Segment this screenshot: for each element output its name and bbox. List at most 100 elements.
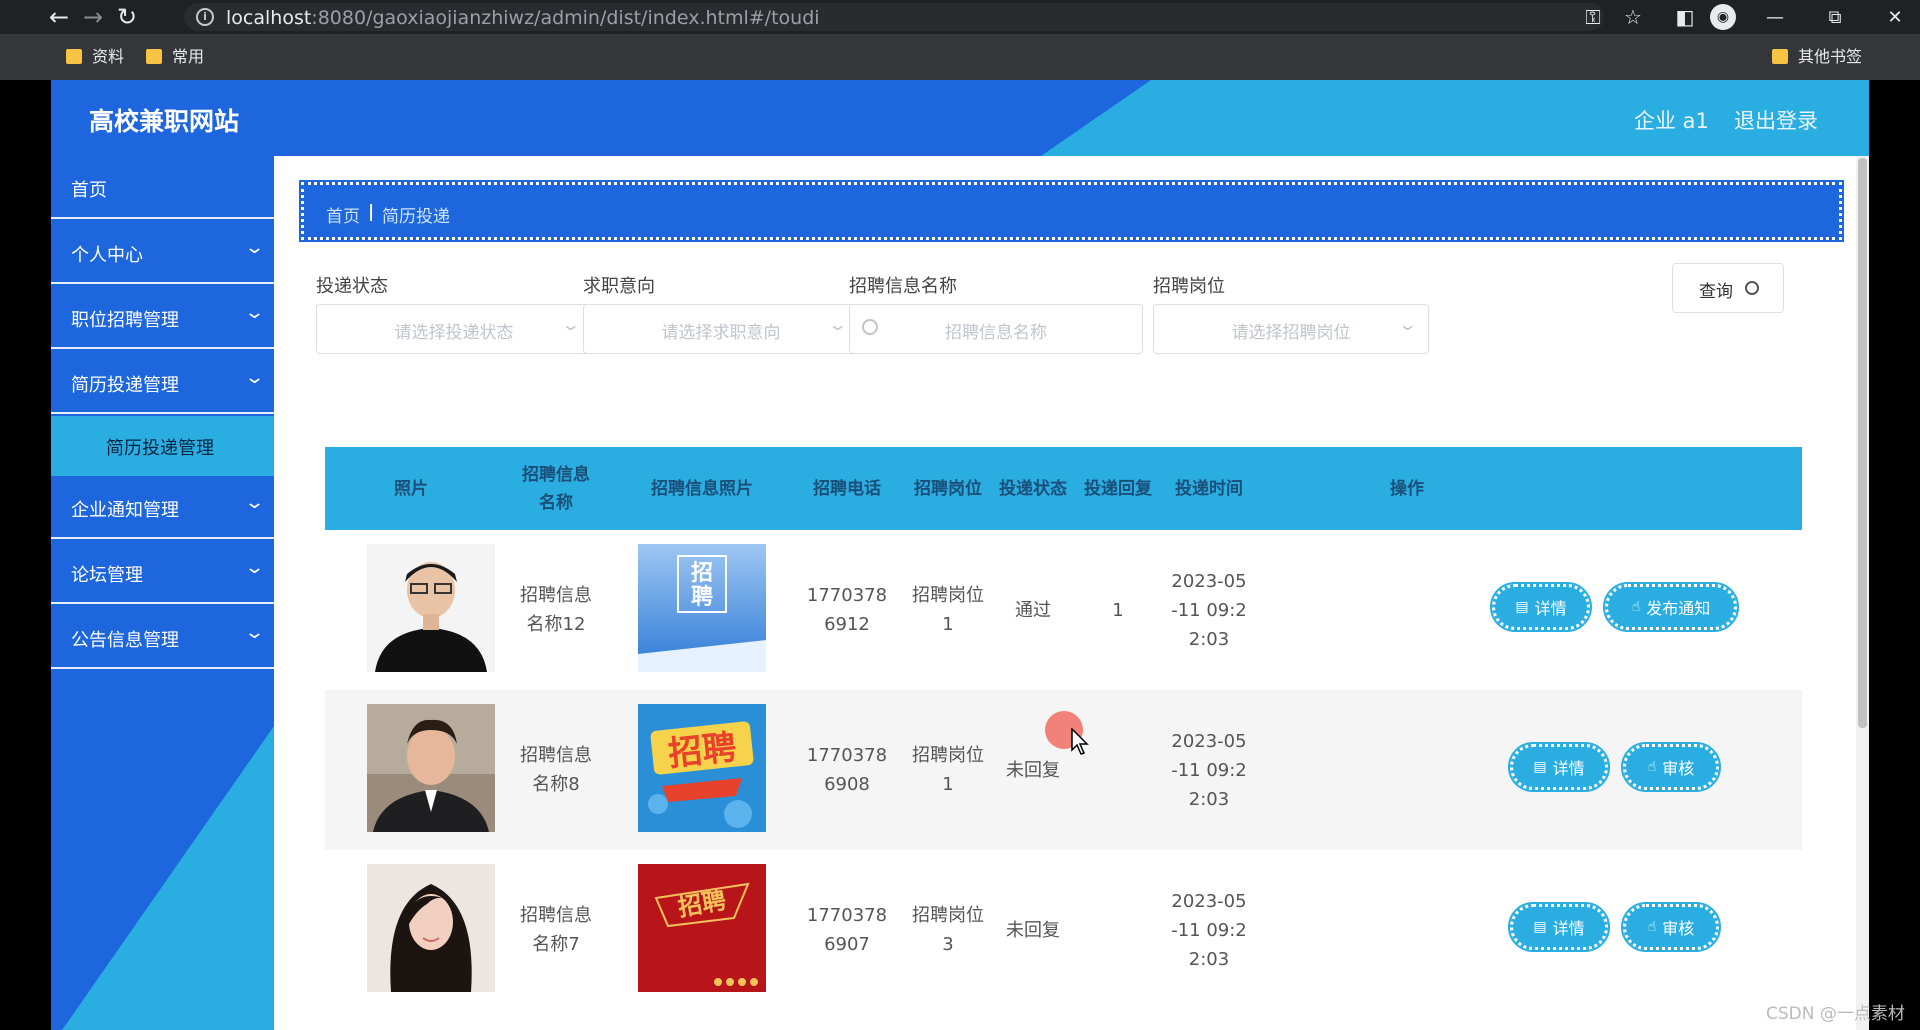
job-name: 招聘信息 名称12 <box>520 585 592 635</box>
status-select[interactable]: 请选择投递状态 ⌄ <box>316 304 592 354</box>
review-button[interactable]: ☝ 审核 <box>1621 742 1721 792</box>
browser-toolbar: ← → ↻ i localhost:8080/gaoxiaojianzhiwz/… <box>0 0 1920 34</box>
post-select[interactable]: 请选择招聘岗位 ⌄ <box>1153 304 1429 354</box>
name-filter-label: 招聘信息名称 <box>849 276 957 297</box>
sidebar-item-jobs[interactable]: 职位招聘管理 ⌄ <box>51 286 274 349</box>
sidebar-item-resumes[interactable]: 简历投递管理 ⌄ <box>51 351 274 414</box>
delivery-time: 2023-05 -11 09:2 2:03 <box>1171 890 1247 970</box>
sidebar-item-profile[interactable]: 个人中心 ⌄ <box>51 221 274 284</box>
col-photo: 照片 <box>394 478 428 499</box>
logout-link[interactable]: 退出登录 <box>1734 105 1818 135</box>
delivery-reply <box>1075 850 1161 1010</box>
close-icon[interactable]: ✕ <box>1875 4 1915 32</box>
incognito-icon[interactable]: ◉ <box>1710 4 1736 30</box>
col-phone: 招聘电话 <box>813 478 881 499</box>
col-time: 投递时间 <box>1175 478 1243 499</box>
delivery-time: 2023-05 -11 09:2 2:03 <box>1171 730 1247 810</box>
sidebar: 首页 个人中心 ⌄ 职位招聘管理 ⌄ 简历投递管理 ⌄ 简历投递管理 企业通知管理 ⌄ … <box>51 156 274 1030</box>
detail-button[interactable]: ▤ 详情 <box>1508 742 1610 792</box>
minimize-icon[interactable]: — <box>1755 4 1795 32</box>
review-button[interactable]: ☝ 审核 <box>1621 902 1721 952</box>
chevron-down-icon: ⌄ <box>243 302 266 323</box>
post-filter-label: 招聘岗位 <box>1153 276 1225 297</box>
intent-select[interactable]: 请选择求职意向 ⌄ <box>583 304 859 354</box>
breadcrumb-separator: | <box>368 202 375 222</box>
job-name: 招聘信息 名称8 <box>520 745 592 795</box>
sidebar-item-announcements[interactable]: 公告信息管理 ⌄ <box>51 606 274 669</box>
sidebar-decoration <box>51 726 274 1030</box>
breadcrumb-home[interactable]: 首页 <box>326 202 360 227</box>
thumb-icon: ☝ <box>1631 599 1641 615</box>
job-photo: 招聘 <box>638 864 766 992</box>
delivery-reply: 1 <box>1112 599 1124 621</box>
table-row: 招聘信息 名称12 招聘 1770378 6912 招聘岗位 1 通过 1 20… <box>325 530 1802 690</box>
mouse-cursor-icon <box>1071 728 1089 755</box>
bookmark-folder[interactable]: 常用 <box>146 46 204 68</box>
key-icon[interactable]: ⚿ <box>1578 2 1608 32</box>
sidebar-subitem-resumes[interactable]: 简历投递管理 <box>51 416 274 476</box>
col-status: 投递状态 <box>999 478 1067 499</box>
job-photo: 招聘 <box>638 704 766 832</box>
sidepanel-icon[interactable]: ◧ <box>1670 2 1700 32</box>
job-post: 招聘岗位 1 <box>912 745 984 795</box>
applicant-photo <box>367 544 495 672</box>
job-post: 招聘岗位 3 <box>912 905 984 955</box>
back-icon[interactable]: ← <box>44 2 74 32</box>
forward-icon[interactable]: → <box>78 2 108 32</box>
job-phone: 1770378 6907 <box>806 905 888 955</box>
current-user: 企业 a1 <box>1634 109 1709 133</box>
other-bookmarks[interactable]: 其他书签 <box>1772 46 1862 68</box>
star-icon[interactable]: ☆ <box>1618 2 1648 32</box>
search-icon <box>1745 281 1759 295</box>
breadcrumb: 首页 | 简历投递 <box>299 180 1844 242</box>
publish-notice-button[interactable]: ☝ 发布通知 <box>1603 582 1739 632</box>
applicant-photo <box>367 704 495 832</box>
main-content: 首页 | 简历投递 投递状态 请选择投递状态 ⌄ 求职意向 请选择求职意向 ⌄ 招聘… <box>274 156 1869 1030</box>
detail-button[interactable]: ▤ 详情 <box>1490 582 1592 632</box>
folder-icon <box>146 49 162 64</box>
document-icon: ▤ <box>1533 759 1547 775</box>
chevron-down-icon: ⌄ <box>1397 315 1418 334</box>
status-filter-label: 投递状态 <box>316 276 388 297</box>
scrollbar-thumb[interactable] <box>1858 158 1867 728</box>
col-reply: 投递回复 <box>1084 478 1152 499</box>
chevron-down-icon: ⌄ <box>560 315 581 334</box>
name-search-input[interactable]: 招聘信息名称 <box>849 304 1143 354</box>
job-photo: 招聘 <box>638 544 766 672</box>
col-actions: 操作 <box>1390 478 1424 499</box>
intent-placeholder: 请选择求职意向 <box>661 323 781 343</box>
watermark: CSDN @一点素材 <box>1766 1004 1905 1024</box>
thumb-icon: ☝ <box>1647 919 1657 935</box>
restore-icon[interactable]: ⧉ <box>1815 4 1855 32</box>
status-placeholder: 请选择投递状态 <box>394 323 514 343</box>
sidebar-item-forum[interactable]: 论坛管理 ⌄ <box>51 541 274 604</box>
sidebar-item-notices[interactable]: 企业通知管理 ⌄ <box>51 476 274 539</box>
detail-button[interactable]: ▤ 详情 <box>1508 902 1610 952</box>
address-bar[interactable]: i localhost:8080/gaoxiaojianzhiwz/admin/… <box>184 3 1604 31</box>
post-placeholder: 请选择招聘岗位 <box>1231 323 1351 343</box>
breadcrumb-current: 简历投递 <box>382 207 450 227</box>
table-header: 照片 招聘信息 名称 招聘信息照片 招聘电话 招聘岗位 投递状态 投递回复 投递… <box>325 447 1802 530</box>
intent-filter-label: 求职意向 <box>583 276 655 297</box>
site-brand: 高校兼职网站 <box>89 107 240 136</box>
folder-icon <box>1772 49 1788 64</box>
col-post: 招聘岗位 <box>914 478 982 499</box>
site-info-icon[interactable]: i <box>196 8 214 26</box>
chevron-down-icon: ⌄ <box>243 367 266 388</box>
delivery-reply <box>1075 690 1161 850</box>
chevron-down-icon: ⌄ <box>243 237 266 258</box>
bookmark-folder[interactable]: 资料 <box>66 46 124 68</box>
document-icon: ▤ <box>1533 919 1547 935</box>
folder-icon <box>66 49 82 64</box>
sidebar-item-home[interactable]: 首页 <box>51 156 274 219</box>
reload-icon[interactable]: ↻ <box>112 2 142 32</box>
delivery-status: 通过 <box>1015 599 1051 621</box>
chevron-down-icon: ⌄ <box>243 492 266 513</box>
name-placeholder: 招聘信息名称 <box>945 323 1047 343</box>
bookmarks-bar: 资料 常用 其他书签 <box>0 34 1920 80</box>
query-button[interactable]: 查询 <box>1672 263 1784 313</box>
delivery-status: 未回复 <box>1006 919 1060 941</box>
job-post: 招聘岗位 1 <box>912 585 984 635</box>
chevron-down-icon: ⌄ <box>827 315 848 334</box>
site-header: 高校兼职网站 企业 a1 退出登录 <box>51 80 1869 156</box>
